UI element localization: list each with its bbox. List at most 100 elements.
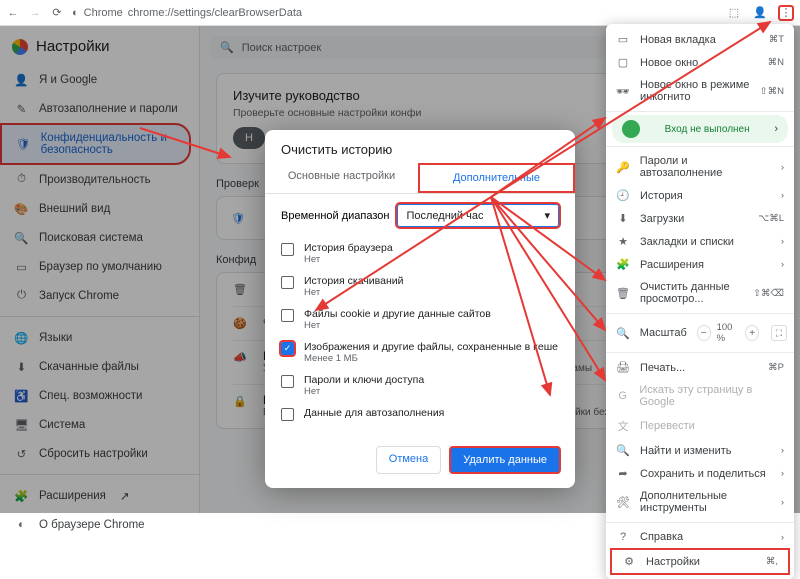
zoom-out-button[interactable]: − (697, 325, 711, 341)
menu-shortcut: ⌘N (768, 57, 784, 68)
share-icon: ➦ (616, 467, 630, 480)
tab-icon: ▭ (616, 33, 630, 46)
menu-item-label: Очистить данные просмотро... (640, 281, 743, 305)
checkbox-label: Изображения и другие файлы, сохраненные … (304, 341, 558, 353)
checkbox-sublabel: Менее 1 МБ (304, 353, 558, 364)
about-icon: ◐ (14, 517, 29, 532)
checkbox[interactable] (281, 342, 294, 355)
menu-item-label: Новая вкладка (640, 34, 716, 46)
key-icon: 🔑 (616, 161, 630, 174)
profile-avatar-icon (622, 120, 640, 138)
chevron-right-icon: › (781, 190, 784, 201)
ext-icon: 🧩 (616, 258, 630, 271)
menu-item[interactable]: 🗑Очистить данные просмотро...⇧⌘⌫ (606, 276, 794, 310)
checkbox-label: История браузера (304, 242, 393, 254)
reload-icon[interactable]: ⟳ (50, 6, 64, 20)
clear-data-checkbox-row[interactable]: Файлы cookie и другие данные сайтовНет (281, 303, 559, 336)
sidebar-item[interactable]: ◐ О браузере Chrome (0, 510, 199, 539)
menu-item-label: Загрузки (640, 213, 684, 225)
chevron-right-icon: › (781, 497, 784, 508)
clear-data-dialog: Очистить историю Основные настройки Допо… (265, 130, 575, 488)
address-bar[interactable]: chrome://settings/clearBrowserData (128, 7, 302, 19)
zoom-label: Масштаб (640, 327, 687, 339)
menu-separator (606, 146, 794, 147)
menu-item[interactable]: ⬇Загрузки⌥⌘L (606, 207, 794, 230)
checkbox[interactable] (281, 408, 294, 421)
menu-item[interactable]: ➦Сохранить и поделиться› (606, 462, 794, 485)
gsearch-icon: G (616, 390, 629, 402)
chrome-menu: ▭ Новая вкладка ⌘T ▢Новое окно⌘N🕶Новое окно… (606, 24, 794, 579)
time-range-select[interactable]: Последний час ▾ (397, 204, 559, 227)
checkbox[interactable] (281, 243, 294, 256)
menu-item[interactable]: ▢Новое окно⌘N (606, 51, 794, 74)
clear-data-checkbox-row[interactable]: Изображения и другие файлы, сохраненные … (281, 336, 559, 369)
browser-toolbar: ← → ⟳ ◐ Chrome chrome://settings/clearBr… (0, 0, 800, 26)
menu-item-label: Найти и изменить (640, 445, 732, 457)
find-icon: 🔍 (616, 444, 630, 457)
menu-item-label: Справка (640, 531, 683, 543)
menu-item[interactable]: 🕘 История › (606, 184, 794, 207)
clear-data-checkbox-row[interactable]: История браузераНет (281, 237, 559, 270)
menu-item: GИскать эту страницу в Google (606, 379, 794, 413)
clear-data-checkbox-row[interactable]: Пароли и ключи доступаНет (281, 369, 559, 402)
chevron-right-icon: › (781, 445, 784, 456)
sidebar-item-label: О браузере Chrome (39, 519, 145, 531)
cancel-button[interactable]: Отмена (376, 446, 441, 474)
back-icon[interactable]: ← (6, 6, 20, 20)
extensions-icon[interactable]: ⬚ (726, 5, 742, 21)
tools-icon: 🛠 (616, 496, 630, 509)
menu-item[interactable]: 🛠 Дополнительные инструменты › (606, 485, 794, 519)
menu-item-label: Сохранить и поделиться (640, 468, 766, 480)
menu-item[interactable]: ⚙Настройки⌘, (610, 548, 790, 575)
menu-item-label: История (640, 190, 683, 202)
checkbox-label: История скачиваний (304, 275, 403, 287)
incog-icon: 🕶 (616, 85, 630, 98)
clear-data-checkbox-row[interactable]: Данные для автозаполнения (281, 402, 559, 426)
tab-basic[interactable]: Основные настройки (265, 163, 418, 193)
menu-item[interactable]: 🖨Печать...⌘P (606, 356, 794, 379)
tab-advanced[interactable]: Дополнительные (418, 163, 575, 193)
kebab-menu-icon[interactable]: ⋮ (778, 5, 794, 21)
menu-shortcut: ⌥⌘L (758, 213, 784, 224)
menu-zoom: 🔍Масштаб−100 %+⛶ (606, 317, 794, 349)
checkbox-sublabel: Нет (304, 254, 393, 265)
menu-item[interactable]: 🔑Пароли и автозаполнение› (606, 150, 794, 184)
signin-badge: Вход не выполнен (665, 124, 750, 135)
zoom-in-button[interactable]: + (745, 325, 759, 341)
history-icon: 🕘 (616, 189, 630, 202)
menu-item[interactable]: ▭ Новая вкладка ⌘T (606, 28, 794, 51)
zoom-value: 100 % (717, 322, 740, 344)
checkbox[interactable] (281, 309, 294, 322)
checkbox[interactable] (281, 276, 294, 289)
clear-data-checkbox-row[interactable]: История скачиванийНет (281, 270, 559, 303)
menu-shortcut: ⌘, (766, 556, 778, 567)
menu-shortcut: ⇧⌘N (760, 86, 784, 97)
print-icon: 🖨 (616, 361, 630, 374)
profile-icon[interactable]: 👤 (752, 5, 768, 21)
chevron-right-icon: › (781, 162, 784, 173)
range-value: Последний час (406, 210, 483, 222)
menu-item-label: Закладки и списки (640, 236, 734, 248)
fullscreen-button[interactable]: ⛶ (771, 325, 787, 341)
menu-profile[interactable]: Вход не выполнен› (612, 115, 788, 143)
dialog-title: Очистить историю (265, 130, 575, 163)
menu-item-label: Расширения (640, 259, 704, 271)
menu-item[interactable]: 🧩Расширения› (606, 253, 794, 276)
menu-separator (606, 313, 794, 314)
checkbox[interactable] (281, 375, 294, 388)
dialog-tabs: Основные настройки Дополнительные (265, 163, 575, 194)
menu-shortcut: ⌘T (769, 34, 784, 45)
menu-item[interactable]: ?Справка› (606, 526, 794, 548)
site-icon: ◐ (72, 7, 79, 19)
menu-item[interactable]: 🕶Новое окно в режиме инкогнито⇧⌘N (606, 74, 794, 108)
checkbox-label: Файлы cookie и другие данные сайтов (304, 308, 491, 320)
window-icon: ▢ (616, 56, 630, 69)
menu-item[interactable]: ★Закладки и списки› (606, 230, 794, 253)
menu-item-label: Дополнительные инструменты (640, 490, 771, 514)
delete-data-button[interactable]: Удалить данные (449, 446, 561, 474)
checkbox-sublabel: Нет (304, 320, 491, 331)
menu-item[interactable]: 🔍 Найти и изменить › (606, 439, 794, 462)
checkbox-label: Пароли и ключи доступа (304, 374, 424, 386)
menu-separator (606, 111, 794, 112)
menu-shortcut: ⇧⌘⌫ (753, 288, 784, 299)
